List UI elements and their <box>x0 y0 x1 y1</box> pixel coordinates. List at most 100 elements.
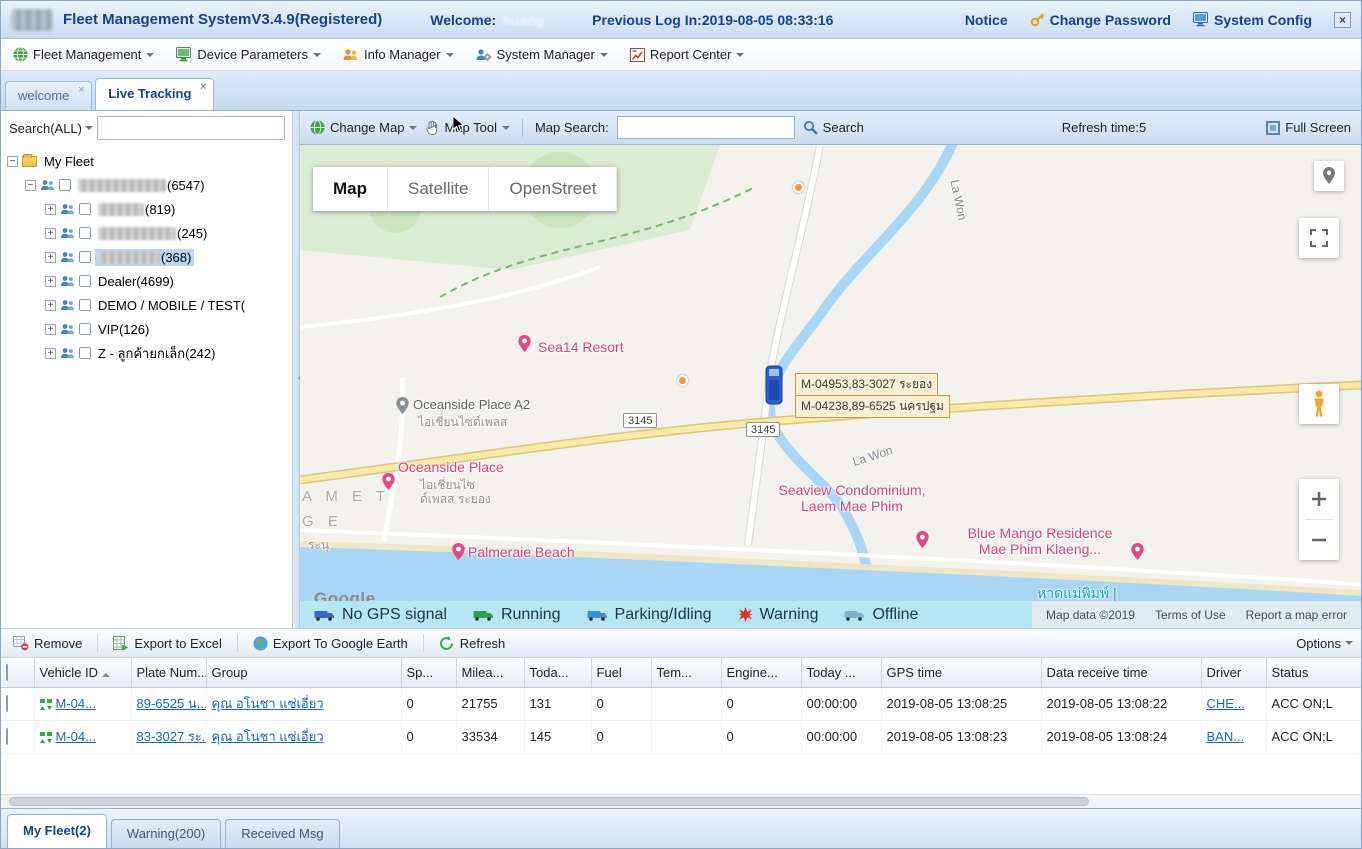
panel-splitter[interactable] <box>293 111 303 628</box>
map-tool-button[interactable]: Map Tool <box>425 120 510 135</box>
tree-node[interactable]: (245) <box>1 221 292 245</box>
expand-icon[interactable] <box>45 227 56 239</box>
node-checkbox[interactable] <box>79 251 91 263</box>
col-driver[interactable]: Driver <box>1201 658 1267 688</box>
driver-link[interactable]: BAN... <box>1207 729 1245 744</box>
poi-marker[interactable] <box>793 182 804 193</box>
node-label[interactable]: Z - ลูกค้ายกเล็ก(242) <box>95 342 218 365</box>
collapse-icon[interactable] <box>25 179 36 191</box>
map-search-input[interactable] <box>616 116 795 139</box>
expand-icon[interactable] <box>45 323 56 335</box>
show-location-button[interactable] <box>1314 161 1344 191</box>
row-checkbox[interactable] <box>6 728 8 745</box>
col-mileage[interactable]: Milea... <box>456 658 525 688</box>
options-button[interactable]: Options <box>1296 636 1353 651</box>
node-checkbox[interactable] <box>79 347 91 359</box>
tab-warning[interactable]: Warning(200) <box>110 818 222 848</box>
change-password-link[interactable]: Change Password <box>1030 12 1171 28</box>
vehicle-id-link[interactable]: M-04... <box>56 696 96 711</box>
tab-received-msg[interactable]: Received Msg <box>225 818 340 848</box>
tree-node-selected[interactable]: (368) <box>1 245 292 269</box>
resort-pin[interactable] <box>518 335 531 352</box>
plate-link[interactable]: 89-6525 น... <box>137 696 206 711</box>
col-data-receive-time[interactable]: Data receive time <box>1041 658 1202 688</box>
place-pin[interactable] <box>396 397 409 414</box>
select-all-checkbox[interactable] <box>6 663 8 681</box>
map-mode-satellite[interactable]: Satellite <box>388 167 490 211</box>
table-row[interactable]: M-04... 83-3027 ระ... คุณ อโนชา แซ่เอี่ย… <box>1 720 1361 754</box>
poi-marker[interactable] <box>677 375 688 386</box>
map-search-button[interactable]: Search <box>803 120 864 135</box>
col-speed[interactable]: Sp... <box>401 658 457 688</box>
node-label[interactable]: Dealer(4699) <box>95 273 177 290</box>
col-vehicle-id[interactable]: Vehicle ID <box>34 658 132 688</box>
residence-pin[interactable] <box>1131 543 1144 560</box>
close-icon[interactable] <box>197 82 209 94</box>
tree-node[interactable]: VIP(126) <box>1 317 292 341</box>
scrollbar-thumb[interactable] <box>9 796 1089 806</box>
menu-device-parameters[interactable]: Device Parameters <box>170 43 331 66</box>
tab-welcome[interactable]: welcome <box>5 81 93 110</box>
close-button[interactable] <box>1334 11 1351 28</box>
vehicle-id-link[interactable]: M-04... <box>56 729 96 744</box>
notice-link[interactable]: Notice <box>965 12 1008 28</box>
zoom-in-button[interactable] <box>1299 479 1339 519</box>
change-map-button[interactable]: Change Map <box>310 120 418 135</box>
menu-report-center[interactable]: Report Center <box>624 43 755 66</box>
col-fuel[interactable]: Fuel <box>591 658 652 688</box>
node-checkbox[interactable] <box>79 275 91 287</box>
node-label[interactable]: (819) <box>95 201 178 218</box>
expand-icon[interactable] <box>45 347 56 359</box>
map-fullscreen-button[interactable] <box>1299 218 1339 258</box>
menu-system-manager[interactable]: System Manager <box>470 43 618 66</box>
col-plate[interactable]: Plate Num... <box>131 658 207 688</box>
system-config-link[interactable]: System Config <box>1192 12 1312 28</box>
tab-my-fleet[interactable]: My Fleet(2) <box>7 813 107 848</box>
tree-root[interactable]: My Fleet <box>1 149 292 173</box>
driver-link[interactable]: CHE... <box>1207 696 1245 711</box>
node-label[interactable]: (245) <box>95 225 210 242</box>
expand-icon[interactable] <box>45 275 56 287</box>
pegman-control[interactable] <box>1299 384 1339 424</box>
col-temp[interactable]: Tem... <box>651 658 722 688</box>
vehicle-label[interactable]: M-04953,83-3027 ระยอง <box>795 373 939 396</box>
collapse-icon[interactable] <box>7 155 18 167</box>
tree-node[interactable]: Z - ลูกค้ายกเล็ก(242) <box>1 341 292 365</box>
node-checkbox[interactable] <box>79 323 91 335</box>
menu-info-manager[interactable]: Info Manager <box>337 43 464 66</box>
search-scope-dropdown[interactable]: Search(ALL) <box>9 121 93 136</box>
close-icon[interactable] <box>75 85 87 97</box>
report-error-link[interactable]: Report a map error <box>1246 608 1347 622</box>
map-mode-map[interactable]: Map <box>313 167 388 211</box>
plate-link[interactable]: 83-3027 ระ... <box>137 729 206 744</box>
export-excel-button[interactable]: Export to Excel <box>109 634 225 653</box>
expand-icon[interactable] <box>45 251 56 263</box>
tab-live-tracking[interactable]: Live Tracking <box>95 78 215 110</box>
map-canvas[interactable]: Map Satellite OpenStreet Sea14 Resort Oc… <box>300 145 1361 628</box>
menu-fleet-management[interactable]: Fleet Management <box>7 43 164 66</box>
residence-pin[interactable] <box>916 531 929 548</box>
expand-icon[interactable] <box>45 299 56 311</box>
col-today[interactable]: Toda... <box>524 658 592 688</box>
col-engine[interactable]: Engine... <box>721 658 802 688</box>
node-label[interactable]: (6547) <box>75 177 208 194</box>
tree-node[interactable]: Dealer(4699) <box>1 269 292 293</box>
col-gps-time[interactable]: GPS time <box>881 658 1042 688</box>
node-label[interactable]: VIP(126) <box>95 321 152 338</box>
beach-pin[interactable] <box>452 543 465 560</box>
table-row[interactable]: M-04... 89-6525 น... คุณ อโนชา แซ่เอี่ยว… <box>1 687 1361 721</box>
node-label[interactable]: (368) <box>95 248 195 266</box>
row-checkbox[interactable] <box>6 695 8 712</box>
group-link[interactable]: คุณ อโนชา แซ่เอี่ยว <box>212 729 324 744</box>
vehicle-label[interactable]: M-04238,89-6525 นครปฐม <box>795 395 950 418</box>
map-mode-openstreet[interactable]: OpenStreet <box>489 167 618 211</box>
tree-node[interactable]: (6547) <box>1 173 292 197</box>
col-status[interactable]: Status <box>1266 658 1361 688</box>
vehicle-marker[interactable] <box>763 365 785 405</box>
horizontal-scrollbar[interactable] <box>1 793 1361 808</box>
terms-link[interactable]: Terms of Use <box>1155 608 1226 622</box>
node-checkbox[interactable] <box>59 179 71 191</box>
node-label[interactable]: DEMO / MOBILE / TEST( <box>95 297 248 314</box>
expand-icon[interactable] <box>45 203 56 215</box>
tree-node[interactable]: DEMO / MOBILE / TEST( <box>1 293 292 317</box>
